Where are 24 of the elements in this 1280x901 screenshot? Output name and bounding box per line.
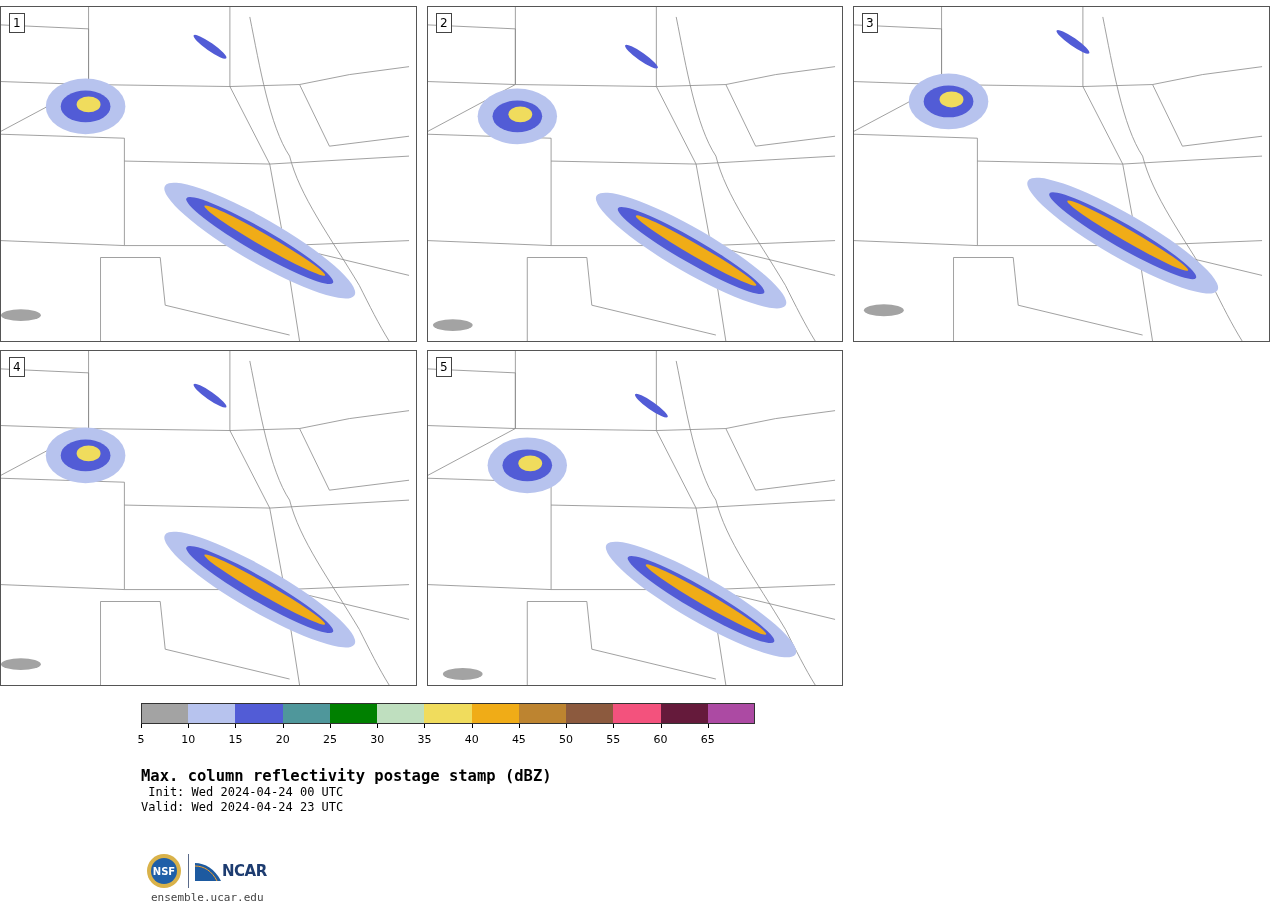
tick-label: 5 <box>137 733 145 746</box>
panel-number: 4 <box>9 357 25 377</box>
panel-number: 1 <box>9 13 25 33</box>
ncar-logo: NCAR <box>195 861 267 881</box>
tick-label: 35 <box>417 733 432 746</box>
panel-number: 2 <box>436 13 452 33</box>
tick-label: 20 <box>275 733 290 746</box>
tick-label: 55 <box>606 733 621 746</box>
tick-label: 40 <box>464 733 479 746</box>
valid-time: Valid: Wed 2024-04-24 23 UTC <box>141 800 345 815</box>
tick-label: 30 <box>370 733 385 746</box>
tick-label: 60 <box>653 733 668 746</box>
tick-label: 25 <box>322 733 337 746</box>
tick-label: 65 <box>700 733 715 746</box>
chart-title: Max. column reflectivity postage stamp (dBZ) <box>141 767 553 785</box>
init-time: Init: Wed 2024-04-24 00 UTC <box>147 785 345 800</box>
panel-number: 5 <box>436 357 452 377</box>
nsf-logo: NSF <box>146 853 182 889</box>
tick-label: 50 <box>559 733 574 746</box>
website-url: ensemble.ucar.edu <box>151 891 265 901</box>
tick-label: 10 <box>181 733 196 746</box>
tick-label: 45 <box>511 733 526 746</box>
tick-label: 15 <box>228 733 243 746</box>
panel-number: 3 <box>862 13 878 33</box>
